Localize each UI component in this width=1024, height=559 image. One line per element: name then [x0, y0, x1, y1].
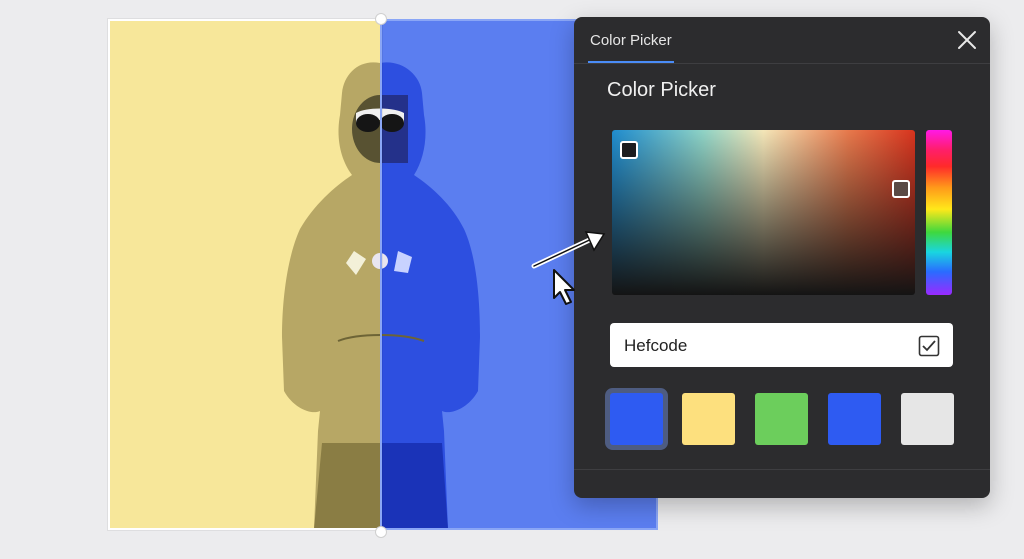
close-icon[interactable]: [956, 29, 978, 51]
panel-footer-divider: [574, 469, 990, 470]
color-swatch[interactable]: [755, 393, 808, 445]
checkbox-icon[interactable]: [918, 335, 940, 357]
panel-title: Color Picker: [607, 79, 716, 101]
color-marker-primary[interactable]: [620, 141, 638, 159]
color-swatch[interactable]: [610, 393, 663, 445]
color-swatch[interactable]: [828, 393, 881, 445]
panel-header: Color Picker: [574, 17, 990, 64]
color-swatch[interactable]: [682, 393, 735, 445]
color-swatch[interactable]: [901, 393, 954, 445]
hue-slider[interactable]: [926, 130, 952, 295]
color-picker-panel: Color Picker Color Picker: [574, 17, 990, 498]
active-tab-indicator: [588, 61, 674, 63]
selection-frame[interactable]: [108, 19, 382, 530]
pointer-arrow-icon: [531, 231, 606, 305]
saturation-value-field[interactable]: [612, 130, 915, 295]
hex-field[interactable]: [610, 323, 953, 369]
resize-handle-top[interactable]: [375, 13, 387, 25]
color-marker-secondary[interactable]: [892, 180, 910, 198]
resize-handle-bottom[interactable]: [375, 526, 387, 538]
hex-input[interactable]: [622, 323, 906, 369]
tab-color-picker[interactable]: Color Picker: [590, 32, 672, 49]
